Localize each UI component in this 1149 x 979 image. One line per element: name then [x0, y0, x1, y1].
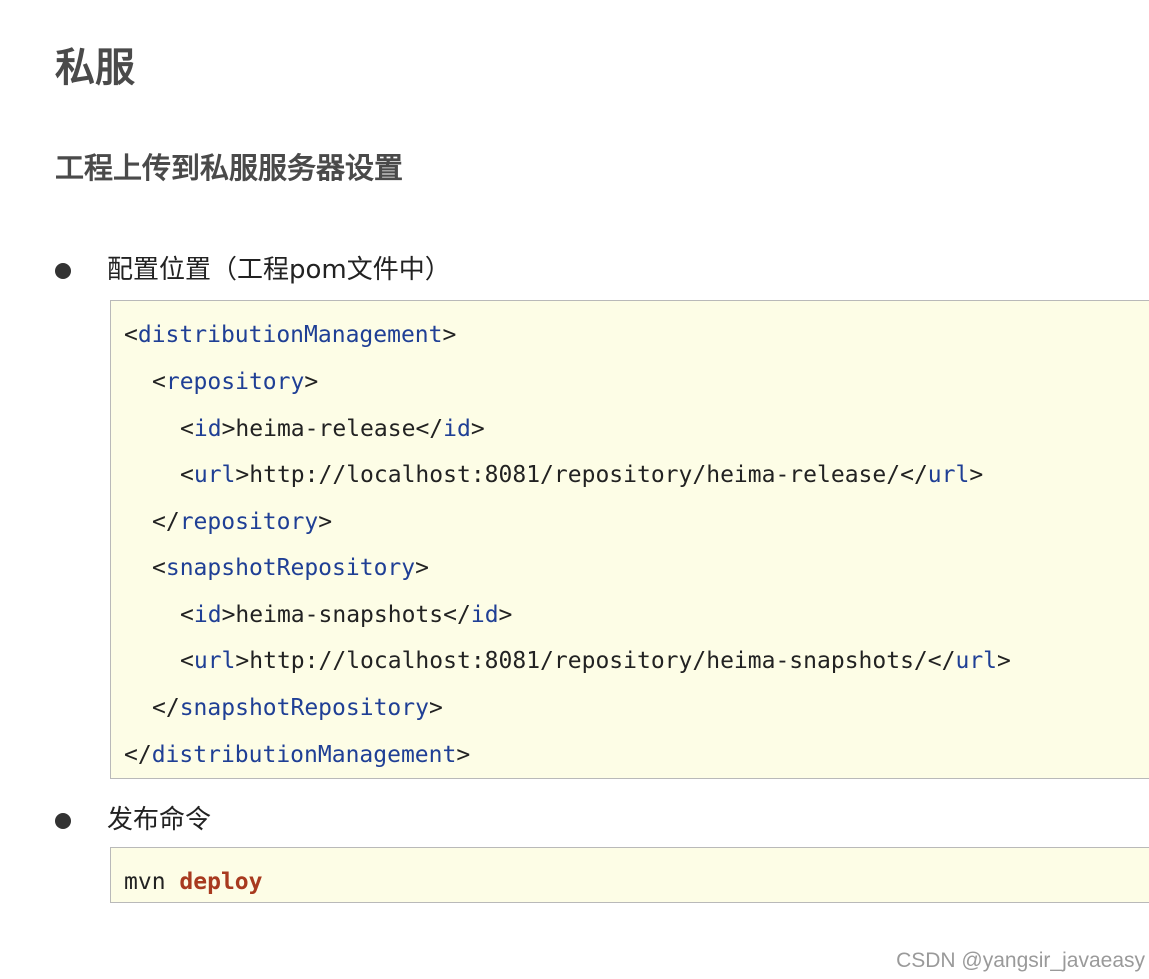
code-line: <url>http://localhost:8081/repository/he… — [180, 462, 984, 488]
code-line: <url>http://localhost:8081/repository/he… — [180, 648, 1011, 674]
bullet-dot — [55, 263, 71, 279]
code-line: <distributionManagement> — [124, 322, 457, 348]
code-line: </repository> — [152, 509, 333, 535]
bullet-publish-command: 发布命令 — [107, 805, 212, 835]
command-name: mvn — [124, 869, 166, 895]
code-line: <repository> — [152, 369, 319, 395]
code-line: <id>heima-snapshots</id> — [180, 602, 513, 628]
page-title: 私服 — [55, 45, 135, 91]
code-line: </distributionManagement> — [124, 742, 471, 768]
code-block-xml: <distributionManagement> <repository> <i… — [110, 300, 1149, 779]
watermark: CSDN @yangsir_javaeasy — [896, 949, 1145, 972]
code-line: <id>heima-release</id> — [180, 416, 485, 442]
bullet-config-location: 配置位置（工程pom文件中） — [107, 255, 451, 285]
code-block-command: mvn deploy — [110, 847, 1149, 903]
section-title: 工程上传到私服服务器设置 — [55, 151, 404, 185]
command-argument: deploy — [179, 869, 263, 895]
bullet-dot — [55, 813, 71, 829]
code-line: </snapshotRepository> — [152, 695, 443, 721]
code-line: mvn deploy — [124, 867, 263, 897]
code-line: <snapshotRepository> — [152, 555, 429, 581]
